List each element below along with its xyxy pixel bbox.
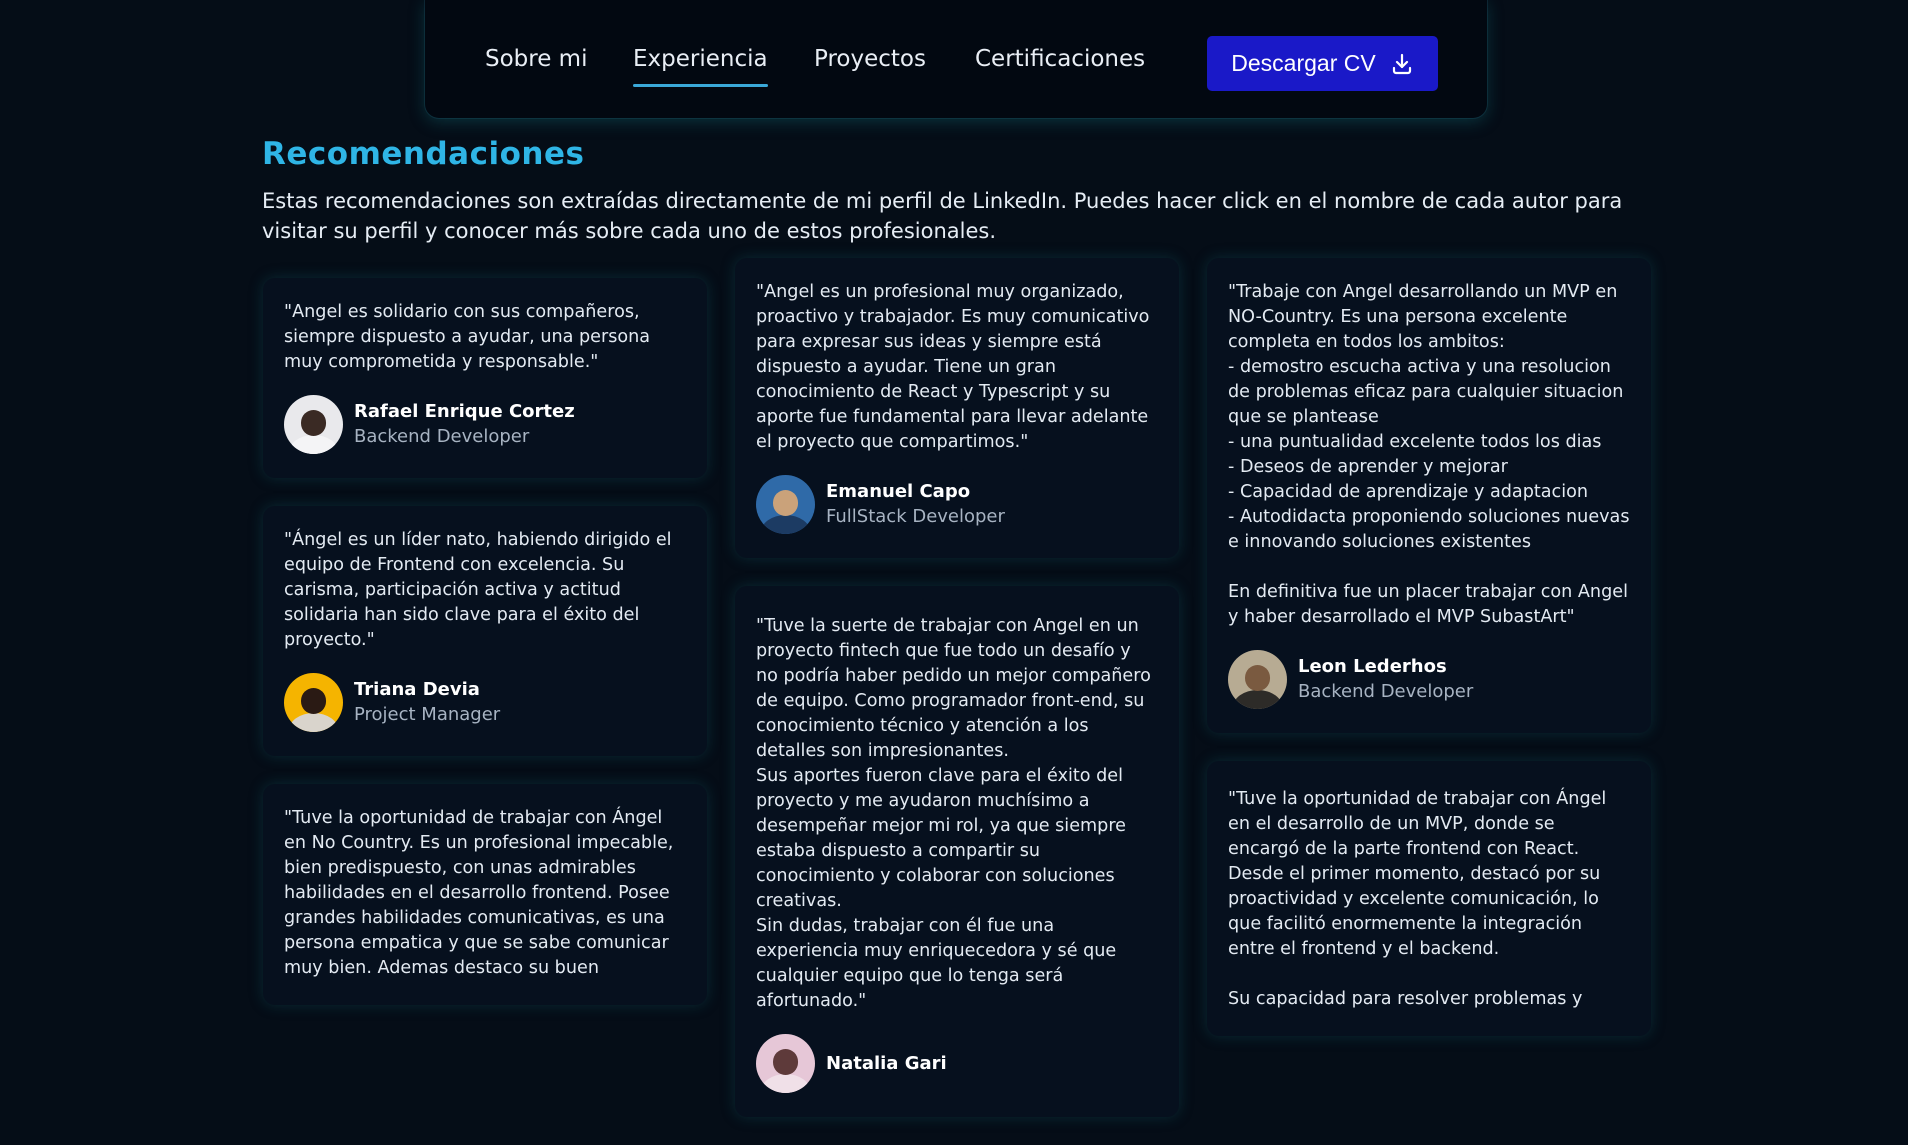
author-name-link[interactable]: Emanuel Capo	[826, 480, 1005, 504]
author-role: Project Manager	[354, 703, 501, 725]
download-cv-button[interactable]: Descargar CV	[1207, 36, 1438, 91]
recommendation-card: "Trabaje con Angel desarrollando un MVP …	[1207, 258, 1651, 733]
recommendation-quote: "Angel es un profesional muy organizado,…	[756, 282, 1150, 452]
recommendation-card: "Angel es un profesional muy organizado,…	[735, 258, 1179, 558]
author-role: Backend Developer	[1298, 680, 1474, 702]
author-name-link[interactable]: Rafael Enrique Cortez	[354, 400, 575, 424]
nav-link-sobre-mi[interactable]: Sobre mi	[485, 46, 587, 72]
author-name-link[interactable]: Natalia Gari	[826, 1052, 947, 1076]
top-navigation: Sobre mi Experiencia Proyectos Certifica…	[425, 0, 1487, 118]
recommendations-column-3: "Trabaje con Angel desarrollando un MVP …	[1207, 258, 1651, 1064]
author-role: FullStack Developer	[826, 505, 1005, 527]
recommendation-author: Triana Devia Project Manager	[284, 673, 686, 732]
avatar	[284, 673, 343, 732]
recommendation-author: Leon Lederhos Backend Developer	[1228, 650, 1630, 709]
author-name-link[interactable]: Triana Devia	[354, 678, 500, 702]
recommendation-card: "Tuve la oportunidad de trabajar con Áng…	[263, 784, 707, 1005]
recommendation-quote: "Ángel es un líder nato, habiendo dirigi…	[284, 530, 672, 650]
download-cv-label: Descargar CV	[1231, 50, 1376, 76]
recommendation-quote: "Angel es solidario con sus compañeros, …	[284, 302, 651, 372]
section-description: Estas recomendaciones son extraídas dire…	[262, 189, 1623, 243]
nav-link-proyectos[interactable]: Proyectos	[814, 46, 926, 72]
recommendation-quote: "Tuve la suerte de trabajar con Angel en…	[756, 616, 1151, 1011]
recommendation-quote: "Tuve la oportunidad de trabajar con Áng…	[284, 808, 674, 978]
recommendation-quote: "Tuve la oportunidad de trabajar con Áng…	[1228, 789, 1607, 1009]
avatar	[1228, 650, 1287, 709]
download-icon	[1392, 53, 1411, 74]
recommendations-column-1: "Angel es solidario con sus compañeros, …	[263, 278, 707, 1033]
recommendation-author: Natalia Gari	[756, 1034, 1158, 1093]
nav-link-certificaciones[interactable]: Certificaciones	[975, 46, 1145, 72]
recommendation-author: Rafael Enrique Cortez Backend Developer	[284, 395, 686, 454]
section-title: Recomendaciones	[262, 136, 585, 172]
recommendation-card: "Tuve la oportunidad de trabajar con Áng…	[1207, 761, 1651, 1036]
recommendation-card: "Ángel es un líder nato, habiendo dirigi…	[263, 506, 707, 756]
nav-link-experiencia[interactable]: Experiencia	[633, 46, 768, 87]
avatar	[284, 395, 343, 454]
recommendation-card: "Angel es solidario con sus compañeros, …	[263, 278, 707, 478]
avatar	[756, 1034, 815, 1093]
author-role: Backend Developer	[354, 425, 530, 447]
recommendation-author: Emanuel Capo FullStack Developer	[756, 475, 1158, 534]
avatar	[756, 475, 815, 534]
author-name-link[interactable]: Leon Lederhos	[1298, 655, 1473, 679]
recommendation-card: "Tuve la suerte de trabajar con Angel en…	[735, 586, 1179, 1117]
recommendation-quote: "Trabaje con Angel desarrollando un MVP …	[1228, 282, 1630, 627]
